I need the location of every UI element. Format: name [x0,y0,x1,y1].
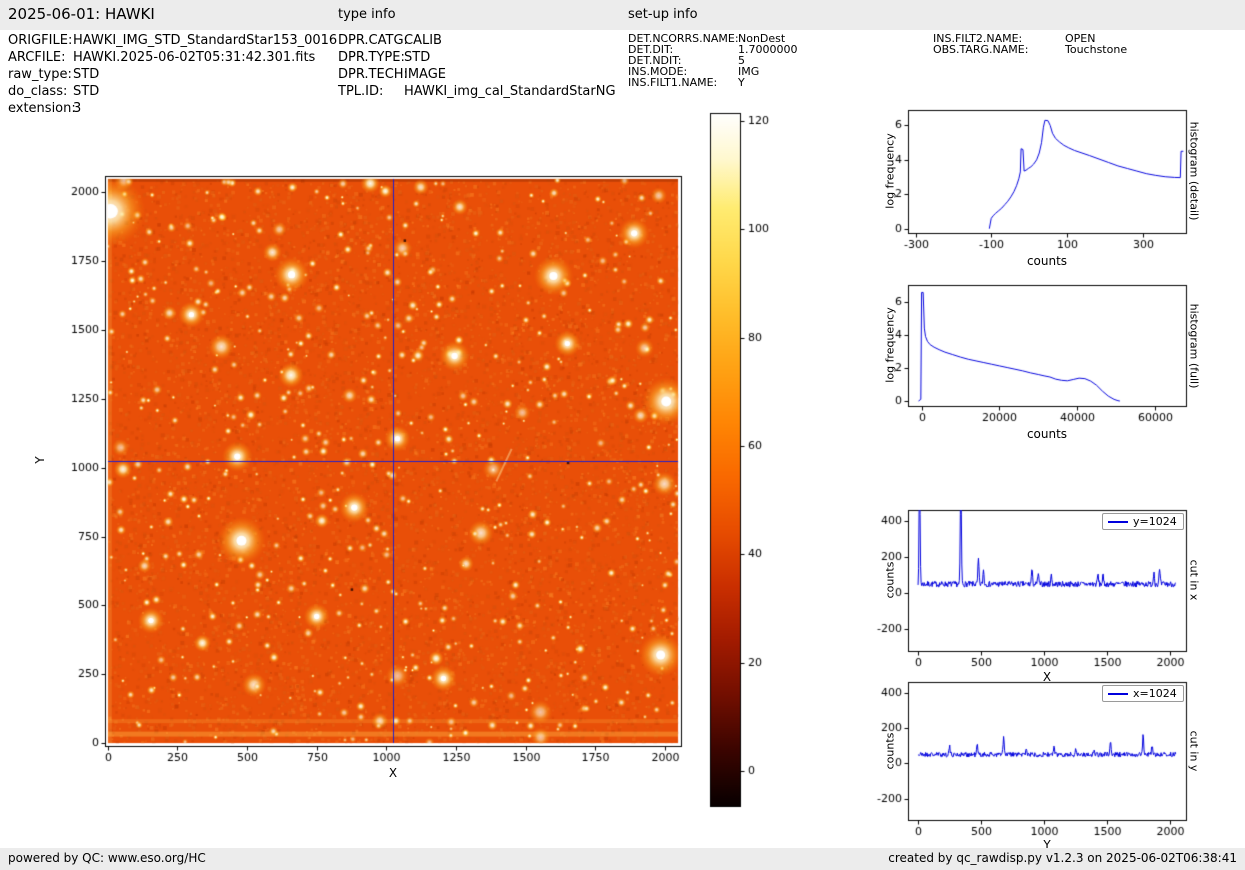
metadata-value: STD [73,67,100,82]
metadata-label: ORIGFILE: [8,33,73,48]
cut-y-legend: x=1024 [1102,685,1184,702]
metadata-label: OBS.TARG.NAME: [933,43,1029,56]
metadata-value: Touchstone [1065,43,1128,56]
main-yaxis-label: Y [33,456,47,464]
metadata-value: 1.7000000 [738,43,798,56]
metadata-value: STD [73,84,100,99]
metadata-label: ARCFILE: [8,50,66,65]
setup-info-heading: set-up info [628,7,698,22]
main-xaxis-label: X [388,766,398,780]
cut-x-ylabel: counts [883,561,897,599]
metadata-label: DPR.TYPE: [338,50,405,65]
metadata-row: INS.FILT1.NAME: Y [628,76,745,89]
metadata-value: IMAGE [404,67,447,82]
type-info-heading: type info [338,7,396,22]
star-field-image [30,160,710,780]
metadata-label: do_class: [8,84,68,99]
cut-x-title: cut in x [1187,559,1201,601]
hist-full-title: histogram (full) [1187,303,1201,389]
hist-full-xlabel: counts [1026,427,1068,441]
metadata-value: STD [404,50,431,65]
metadata-label: DPR.TECH: [338,67,408,82]
legend-line-sample [1108,692,1128,695]
metadata-row: ORIGFILE:HAWKI_IMG_STD_StandardStar153_0… [8,33,337,48]
metadata-value: 3 [73,101,82,116]
metadata-row: DPR.TYPE:STD [338,50,430,65]
legend-label: y=1024 [1133,515,1177,528]
colorbar [700,105,796,820]
hist-detail-ylabel: log frequency [883,133,897,209]
footer-left-text: powered by QC: www.eso.org/HC [8,851,206,865]
qc-report-page: 2025-06-01: HAWKI type info set-up info … [0,0,1245,870]
metadata-label: INS.FILT1.NAME: [628,76,718,89]
hist-full-ylabel: log frequency [883,307,897,383]
cut-x-legend: y=1024 [1102,513,1184,530]
metadata-value: HAWKI_IMG_STD_StandardStar153_0016 [73,33,338,48]
hist-detail-xlabel: counts [1026,254,1068,268]
header-bar: 2025-06-01: HAWKI type info set-up info [0,0,1245,30]
metadata-row: OBS.TARG.NAME: Touchstone [933,43,1127,56]
metadata-label: raw_type: [8,67,72,82]
footer-bar: powered by QC: www.eso.org/HC created by… [0,848,1245,870]
metadata-row: ARCFILE: HAWKI.2025-06-02T05:31:42.301.fi… [8,50,315,65]
metadata-label: extension: [8,101,76,116]
metadata-row: raw_type:STD [8,67,99,82]
histogram-full-plot [860,273,1200,448]
metadata-value: HAWKI.2025-06-02T05:31:42.301.fits [73,50,316,65]
metadata-label: DPR.CATG: [338,33,408,48]
metadata-row: DPR.CATG:CALIB [338,33,442,48]
metadata-row: extension:3 [8,101,81,116]
metadata-value: CALIB [404,33,442,48]
page-title: 2025-06-01: HAWKI [8,5,155,23]
legend-label: x=1024 [1133,687,1177,700]
metadata-value: HAWKI_img_cal_StandardStarNG [404,84,616,99]
hist-detail-title: histogram (detail) [1187,121,1201,221]
metadata-row: DPR.TECH:IMAGE [338,67,446,82]
metadata-value: Y [738,76,745,89]
metadata-label: TPL.ID: [338,84,384,99]
histogram-detail-plot [860,98,1200,273]
metadata-row: do_class: STD [8,84,99,99]
legend-line-sample [1108,520,1128,523]
cut-y-ylabel: counts [883,732,897,770]
cut-y-title: cut in y [1187,730,1201,772]
metadata-row: TPL.ID: HAWKI_img_cal_StandardStarNG [338,84,616,99]
footer-right-text: created by qc_rawdisp.py v1.2.3 on 2025-… [888,851,1237,865]
